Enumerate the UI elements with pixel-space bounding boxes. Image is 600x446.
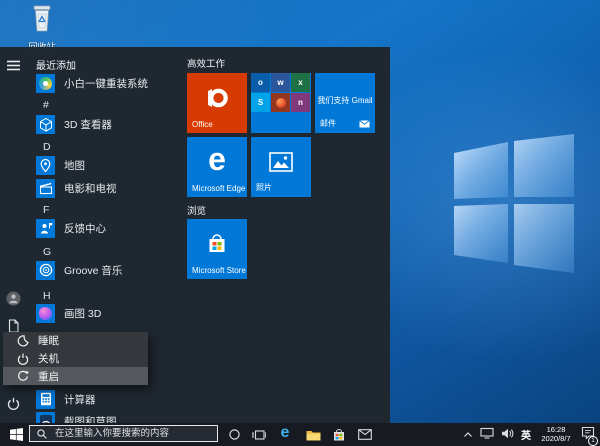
outlook-mini-tile[interactable]: o (251, 73, 270, 92)
taskbar-search-box[interactable] (29, 425, 218, 442)
tray-chevron-button[interactable] (463, 426, 473, 444)
app-item-maps[interactable]: 地图 (36, 155, 85, 175)
chevron-up-icon (464, 431, 472, 437)
paint-3d-app-icon (36, 303, 55, 323)
power-button[interactable] (5, 395, 21, 411)
app-item-3d-viewer[interactable]: 3D 查看器 (36, 114, 112, 134)
snip-sketch-app-icon (36, 411, 55, 423)
shutdown-power-icon (17, 353, 29, 365)
excel-mini-tile[interactable]: x (291, 73, 310, 92)
tile-photos[interactable]: 照片 (251, 137, 311, 197)
sleep-menu-item[interactable]: 睡眠 (3, 332, 148, 350)
store-bag-icon (187, 219, 247, 269)
groove-music-app-icon (36, 260, 55, 280)
recycle-bin-desktop-icon[interactable]: 回收站 (20, 2, 64, 53)
edge-icon: e (280, 424, 290, 441)
windows-desktop-screen: 回收站 最近添加 (0, 0, 600, 446)
skype-mini-tile[interactable]: S (251, 93, 270, 112)
store-taskbar-button[interactable] (328, 423, 350, 446)
section-letter-g[interactable]: G (43, 246, 51, 259)
feedback-hub-app-icon (36, 218, 55, 238)
system-tray: 英 16:28 2020/8/7 1 (463, 423, 600, 446)
clock-date: 2020/8/7 (541, 433, 571, 443)
app-item-snip-sketch[interactable]: 截图和草图 (36, 411, 117, 423)
powerpoint-mini-tile[interactable] (271, 93, 290, 112)
windows-start-icon (9, 428, 23, 441)
action-center-button[interactable]: 1 (581, 426, 598, 446)
tile-office[interactable]: Office (187, 73, 247, 133)
app-item-calculator[interactable]: 计算器 (36, 389, 96, 409)
tile-microsoft-edge[interactable]: e Microsoft Edge (187, 137, 247, 197)
cortana-icon (228, 429, 240, 440)
app-item-paint-3d[interactable]: 画图 3D (36, 303, 101, 323)
movies-tv-app-icon (36, 178, 55, 198)
tile-microsoft-store[interactable]: Microsoft Store (187, 219, 247, 279)
store-bag-icon (334, 428, 344, 440)
task-view-icon (252, 429, 266, 440)
tile-office-apps-group[interactable]: o w x S n (251, 73, 311, 133)
start-button[interactable] (5, 423, 27, 446)
recycle-bin-icon (33, 5, 51, 32)
office-icon (187, 73, 247, 123)
folder-icon (306, 430, 320, 440)
tile-group-browse-header[interactable]: 浏览 (187, 203, 206, 217)
section-letter-h[interactable]: H (43, 290, 51, 303)
file-explorer-button[interactable] (302, 423, 324, 446)
user-avatar-icon (6, 291, 20, 305)
recently-added-header: 最近添加 (36, 61, 76, 72)
section-letter-f[interactable]: F (43, 204, 49, 217)
3d-viewer-app-icon (36, 114, 55, 134)
cortana-button[interactable] (224, 423, 244, 446)
tile-mail[interactable]: 我们支持 Gmail 邮件 (315, 73, 375, 133)
app-item-feedback-hub[interactable]: 反馈中心 (36, 218, 106, 238)
calculator-app-icon (36, 389, 55, 409)
edge-icon: e (208, 141, 226, 177)
onenote-mini-tile[interactable]: n (291, 93, 310, 112)
mail-taskbar-button[interactable] (354, 423, 376, 446)
restart-icon (18, 370, 29, 381)
section-letter-hash[interactable]: # (43, 99, 49, 112)
taskbar: e 英 16:28 2020/8/7 (0, 423, 600, 446)
shutdown-menu-item[interactable]: 关机 (3, 350, 148, 368)
task-view-button[interactable] (249, 423, 269, 446)
mail-promo-text: 我们支持 Gmail (317, 96, 373, 105)
user-account-button[interactable] (5, 290, 21, 306)
powerpoint-sphere-icon (275, 97, 286, 108)
maps-app-icon (36, 155, 55, 175)
ime-indicator[interactable]: 英 (521, 427, 531, 442)
volume-tray-button[interactable] (501, 426, 514, 444)
speaker-icon (502, 428, 514, 438)
photos-icon (251, 137, 311, 187)
xiaobai-app-icon (36, 73, 55, 93)
windows-logo-wallpaper (454, 134, 574, 273)
notification-badge: 1 (588, 435, 598, 446)
network-monitor-icon (480, 427, 494, 439)
app-item-xiaobai[interactable]: 小白一键重装系统 (36, 73, 148, 93)
taskbar-clock[interactable]: 16:28 2020/8/7 (538, 425, 574, 443)
tile-group-productivity-header[interactable]: 高效工作 (187, 56, 225, 70)
start-menu-hamburger-button[interactable] (5, 57, 21, 73)
envelope-icon (359, 119, 370, 127)
edge-taskbar-button[interactable]: e (274, 423, 296, 446)
sleep-moon-icon (17, 335, 29, 347)
envelope-icon (358, 429, 372, 440)
app-item-groove-music[interactable]: Groove 音乐 (36, 260, 122, 280)
search-icon (37, 428, 47, 439)
power-flyout-menu: 睡眠 关机 重启 (3, 332, 148, 386)
power-icon (7, 397, 19, 410)
network-tray-button[interactable] (480, 426, 494, 444)
app-item-movies-tv[interactable]: 电影和电视 (36, 178, 117, 198)
section-letter-d[interactable]: D (43, 141, 51, 154)
word-mini-tile[interactable]: w (271, 73, 290, 92)
document-icon (8, 319, 19, 333)
search-input[interactable] (53, 427, 207, 440)
mail-label: 邮件 (320, 119, 336, 128)
restart-menu-item[interactable]: 重启 (3, 367, 148, 386)
